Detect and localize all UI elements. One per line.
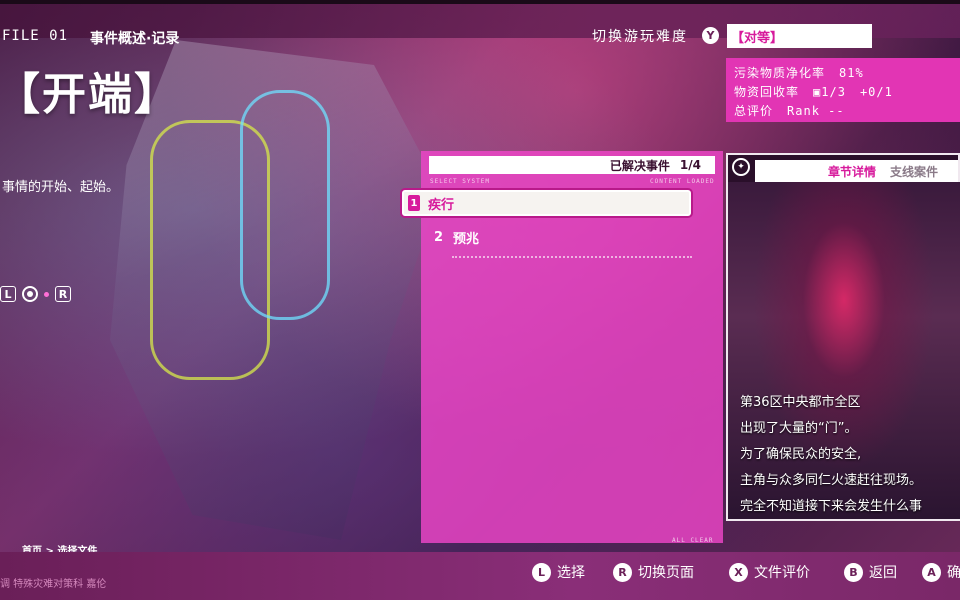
chapter-description: 事情的开始、起始。 xyxy=(2,180,120,195)
purification-value: 81% xyxy=(839,65,864,80)
hint-switch-page[interactable]: R 切换页面 xyxy=(613,562,694,582)
solved-label: 已解决事件 xyxy=(609,158,670,173)
hint-select[interactable]: L 选择 xyxy=(532,562,585,582)
r-button[interactable]: R xyxy=(55,286,71,302)
robot-highlight-cyan xyxy=(240,90,330,320)
hint-label: 返回 xyxy=(869,565,897,581)
chapter-summary: 第36区中央都市全区 出现了大量的“门”。 为了确保民众的安全, 主角与众多同仁… xyxy=(740,390,960,520)
stats-panel: 污染物质净化率 81% 物资回收率 ▣1/3 +0/1 总评价 Rank -- xyxy=(726,58,960,122)
case-item-label: 疾行 xyxy=(428,197,455,213)
bottom-bar xyxy=(0,552,960,600)
chapter-indicator-icon xyxy=(22,286,38,302)
hint-file-rating[interactable]: X 文件评价 xyxy=(729,562,810,582)
case-item-number: 1 xyxy=(408,195,420,211)
recovery-label: 物资回收率 xyxy=(734,85,800,99)
summary-line: 完全不知道接下来会发生什么事 xyxy=(740,499,923,514)
micro-label-bottom: ALL CLEAR xyxy=(672,537,714,544)
micro-label-left: SELECT SYSTEM xyxy=(430,178,490,185)
case-list-header: 已解决事件 1/4 xyxy=(429,156,715,174)
solved-count: 1/4 xyxy=(679,158,701,172)
x-button-icon: X xyxy=(729,562,748,582)
tab-side-cases[interactable]: 支线案件 xyxy=(890,163,938,180)
recovery-plus-value: +0/1 xyxy=(859,84,893,99)
chapter-title: 【开端】 xyxy=(0,69,180,120)
l-button[interactable]: L xyxy=(0,286,16,302)
tab-chapter-details[interactable]: 章节详情 xyxy=(828,163,876,180)
summary-line: 为了确保民众的安全, xyxy=(740,447,862,462)
box-icon: ▣ xyxy=(813,84,822,99)
case-item-label: 预兆 xyxy=(453,231,480,247)
hint-label: 选择 xyxy=(557,565,585,581)
rank-label: 总评价 xyxy=(734,104,774,118)
a-button-icon: A xyxy=(922,562,941,582)
micro-label-right: CONTENT LOADED xyxy=(650,178,715,185)
file-label: FILE 01 xyxy=(2,28,69,44)
list-divider xyxy=(452,256,692,258)
hint-back[interactable]: B 返回 xyxy=(844,562,897,582)
b-button-icon: B xyxy=(844,562,863,582)
case-item-2[interactable]: 2 预兆 xyxy=(430,226,700,248)
recovery-box-value: ▣1/3 xyxy=(813,84,846,99)
summary-line: 主角与众多同仁火速赶往现场。 xyxy=(740,473,923,488)
difficulty-label: 切换游玩难度 xyxy=(592,29,688,45)
rank-value: Rank -- xyxy=(787,103,845,118)
r-button-icon: R xyxy=(613,562,632,582)
summary-line: 出现了大量的“门”。 xyxy=(740,421,858,436)
section-title: 事件概述·记录 xyxy=(90,31,180,47)
emblem-icon: ✦ xyxy=(732,158,750,176)
detail-tabs: 章节详情 支线案件 xyxy=(755,160,958,182)
case-item-number: 2 xyxy=(434,229,444,245)
chapter-switcher[interactable]: L R xyxy=(0,286,71,302)
hint-label: 切换页面 xyxy=(638,565,694,581)
hint-label: 确 xyxy=(947,565,960,581)
difficulty-selector[interactable]: 【对等】 xyxy=(727,24,872,48)
chapter-pip-icon xyxy=(44,291,49,297)
footer-left-text: 调 特殊灾难对策科 嘉伦 xyxy=(0,579,107,590)
hint-confirm[interactable]: A 确 xyxy=(922,562,960,582)
l-button-icon: L xyxy=(532,562,551,582)
y-button-icon[interactable]: Y xyxy=(702,27,719,44)
purification-label: 污染物质净化率 xyxy=(734,66,826,80)
hint-label: 文件评价 xyxy=(754,565,810,581)
case-item-1[interactable]: 1 疾行 xyxy=(402,190,691,216)
summary-line: 第36区中央都市全区 xyxy=(740,395,861,410)
